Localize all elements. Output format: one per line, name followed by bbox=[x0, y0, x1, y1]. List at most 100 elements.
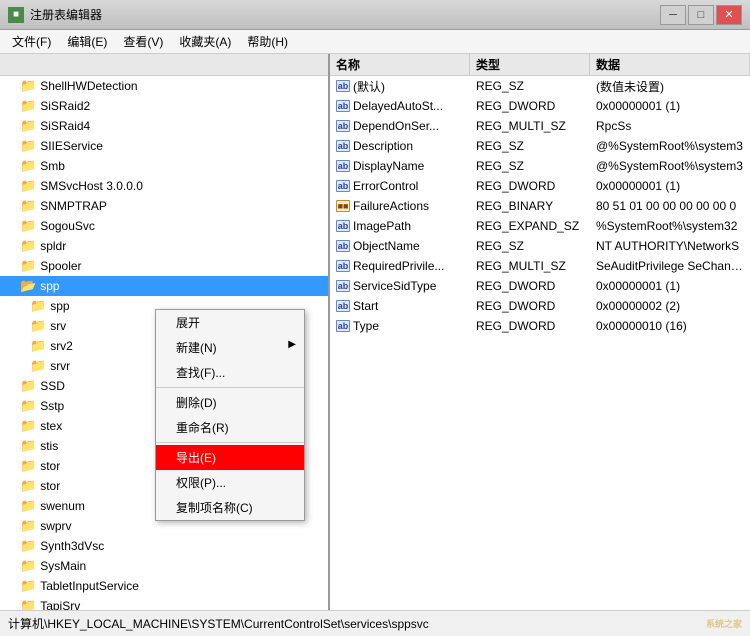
app-icon: ■ bbox=[8, 7, 24, 23]
menu-bar: 文件(F) 编辑(E) 查看(V) 收藏夹(A) 帮助(H) bbox=[0, 30, 750, 54]
folder-icon: 📁 bbox=[20, 158, 36, 174]
col-header-type[interactable]: 类型 bbox=[470, 54, 590, 75]
folder-icon: 📁 bbox=[20, 498, 36, 514]
title-bar: ■ 注册表编辑器 ─ □ ✕ bbox=[0, 0, 750, 30]
folder-icon: 📁 bbox=[20, 478, 36, 494]
value-row[interactable]: ab Type REG_DWORD 0x00000010 (16) bbox=[330, 316, 750, 336]
folder-icon-selected: 📂 bbox=[20, 278, 36, 294]
tree-item[interactable]: 📁 Smb bbox=[0, 156, 328, 176]
reg-type-icon: ab bbox=[336, 220, 350, 232]
tree-item[interactable]: 📁 SiSRaid2 bbox=[0, 96, 328, 116]
tree-panel: 📁 ShellHWDetection 📁 SiSRaid2 📁 SiSRaid4… bbox=[0, 54, 330, 610]
title-bar-text: 注册表编辑器 bbox=[30, 6, 660, 23]
menu-favorites[interactable]: 收藏夹(A) bbox=[171, 31, 239, 52]
value-row[interactable]: ■■ FailureActions REG_BINARY 80 51 01 00… bbox=[330, 196, 750, 216]
reg-type-icon: ab bbox=[336, 100, 350, 112]
reg-type-icon: ab bbox=[336, 180, 350, 192]
watermark-text: 系统之家 bbox=[706, 617, 742, 630]
folder-icon: 📁 bbox=[20, 98, 36, 114]
folder-icon: 📁 bbox=[20, 78, 36, 94]
values-panel: 名称 类型 数据 ab (默认) REG_SZ (数值未设置) ab Delay… bbox=[330, 54, 750, 610]
tree-item[interactable]: 📁 SIIEService bbox=[0, 136, 328, 156]
reg-type-icon: ab bbox=[336, 280, 350, 292]
folder-icon: 📁 bbox=[20, 518, 36, 534]
ctx-permissions[interactable]: 权限(P)... bbox=[156, 470, 304, 495]
folder-icon: 📁 bbox=[20, 438, 36, 454]
value-row[interactable]: ab (默认) REG_SZ (数值未设置) bbox=[330, 76, 750, 96]
folder-icon: 📁 bbox=[20, 398, 36, 414]
tree-header bbox=[0, 54, 328, 76]
reg-type-icon: ab bbox=[336, 80, 350, 92]
reg-type-icon: ■■ bbox=[336, 200, 350, 212]
folder-icon: 📁 bbox=[20, 458, 36, 474]
reg-type-icon: ab bbox=[336, 120, 350, 132]
value-row[interactable]: ab DependOnSer... REG_MULTI_SZ RpcSs bbox=[330, 116, 750, 136]
folder-icon: 📁 bbox=[30, 298, 46, 314]
tree-item[interactable]: 📁 ShellHWDetection bbox=[0, 76, 328, 96]
ctx-new[interactable]: 新建(N) bbox=[156, 335, 304, 360]
reg-type-icon: ab bbox=[336, 300, 350, 312]
folder-icon: 📁 bbox=[30, 338, 46, 354]
ctx-rename[interactable]: 重命名(R) bbox=[156, 415, 304, 440]
ctx-copy-name[interactable]: 复制项名称(C) bbox=[156, 495, 304, 520]
ctx-expand[interactable]: 展开 bbox=[156, 310, 304, 335]
menu-help[interactable]: 帮助(H) bbox=[239, 31, 296, 52]
folder-icon: 📁 bbox=[20, 138, 36, 154]
folder-icon: 📁 bbox=[20, 198, 36, 214]
folder-icon: 📁 bbox=[20, 578, 36, 594]
tree-item[interactable]: 📁 SiSRaid4 bbox=[0, 116, 328, 136]
tree-item[interactable]: 📁 TapiSrv bbox=[0, 596, 328, 610]
folder-icon: 📁 bbox=[30, 318, 46, 334]
tree-item-selected[interactable]: 📂 spp bbox=[0, 276, 328, 296]
folder-icon: 📁 bbox=[20, 258, 36, 274]
folder-icon: 📁 bbox=[20, 178, 36, 194]
value-row[interactable]: ab Start REG_DWORD 0x00000002 (2) bbox=[330, 296, 750, 316]
value-row[interactable]: ab ImagePath REG_EXPAND_SZ %SystemRoot%\… bbox=[330, 216, 750, 236]
tree-item[interactable]: 📁 Synth3dVsc bbox=[0, 536, 328, 556]
reg-type-icon: ab bbox=[336, 240, 350, 252]
ctx-export[interactable]: 导出(E) bbox=[156, 445, 304, 470]
value-row[interactable]: ab ObjectName REG_SZ NT AUTHORITY\Networ… bbox=[330, 236, 750, 256]
tree-item[interactable]: 📁 SMSvcHost 3.0.0.0 bbox=[0, 176, 328, 196]
status-text: 计算机\HKEY_LOCAL_MACHINE\SYSTEM\CurrentCon… bbox=[8, 615, 429, 632]
status-bar: 计算机\HKEY_LOCAL_MACHINE\SYSTEM\CurrentCon… bbox=[0, 610, 750, 636]
folder-icon: 📁 bbox=[20, 558, 36, 574]
minimize-button[interactable]: ─ bbox=[660, 5, 686, 25]
value-row[interactable]: ab Description REG_SZ @%SystemRoot%\syst… bbox=[330, 136, 750, 156]
context-menu: 展开 新建(N) 查找(F)... 删除(D) 重命名(R) 导出(E) 权限(… bbox=[155, 309, 305, 521]
col-header-data[interactable]: 数据 bbox=[590, 54, 750, 75]
reg-type-icon: ab bbox=[336, 140, 350, 152]
folder-icon: 📁 bbox=[20, 418, 36, 434]
tree-item[interactable]: 📁 SogouSvc bbox=[0, 216, 328, 236]
folder-icon: 📁 bbox=[20, 238, 36, 254]
tree-item[interactable]: 📁 TabletInputService bbox=[0, 576, 328, 596]
value-row[interactable]: ab DelayedAutoSt... REG_DWORD 0x00000001… bbox=[330, 96, 750, 116]
reg-type-icon: ab bbox=[336, 160, 350, 172]
menu-view[interactable]: 查看(V) bbox=[115, 31, 171, 52]
menu-file[interactable]: 文件(F) bbox=[4, 31, 59, 52]
ctx-separator-2 bbox=[156, 442, 304, 443]
reg-type-icon: ab bbox=[336, 320, 350, 332]
folder-icon: 📁 bbox=[20, 598, 36, 610]
ctx-separator-1 bbox=[156, 387, 304, 388]
ctx-delete[interactable]: 删除(D) bbox=[156, 390, 304, 415]
tree-item[interactable]: 📁 SNMPTRAP bbox=[0, 196, 328, 216]
maximize-button[interactable]: □ bbox=[688, 5, 714, 25]
reg-type-icon: ab bbox=[336, 260, 350, 272]
col-header-name[interactable]: 名称 bbox=[330, 54, 470, 75]
close-button[interactable]: ✕ bbox=[716, 5, 742, 25]
folder-icon: 📁 bbox=[20, 378, 36, 394]
tree-item[interactable]: 📁 spldr bbox=[0, 236, 328, 256]
tree-item[interactable]: 📁 SysMain bbox=[0, 556, 328, 576]
folder-icon: 📁 bbox=[30, 358, 46, 374]
value-row[interactable]: ab ErrorControl REG_DWORD 0x00000001 (1) bbox=[330, 176, 750, 196]
ctx-find[interactable]: 查找(F)... bbox=[156, 360, 304, 385]
menu-edit[interactable]: 编辑(E) bbox=[59, 31, 115, 52]
value-row[interactable]: ab DisplayName REG_SZ @%SystemRoot%\syst… bbox=[330, 156, 750, 176]
values-rows: ab (默认) REG_SZ (数值未设置) ab DelayedAutoSt.… bbox=[330, 76, 750, 610]
value-row[interactable]: ab ServiceSidType REG_DWORD 0x00000001 (… bbox=[330, 276, 750, 296]
value-row[interactable]: ab RequiredPrivile... REG_MULTI_SZ SeAud… bbox=[330, 256, 750, 276]
tree-item[interactable]: 📁 Spooler bbox=[0, 256, 328, 276]
folder-icon: 📁 bbox=[20, 538, 36, 554]
values-header: 名称 类型 数据 bbox=[330, 54, 750, 76]
